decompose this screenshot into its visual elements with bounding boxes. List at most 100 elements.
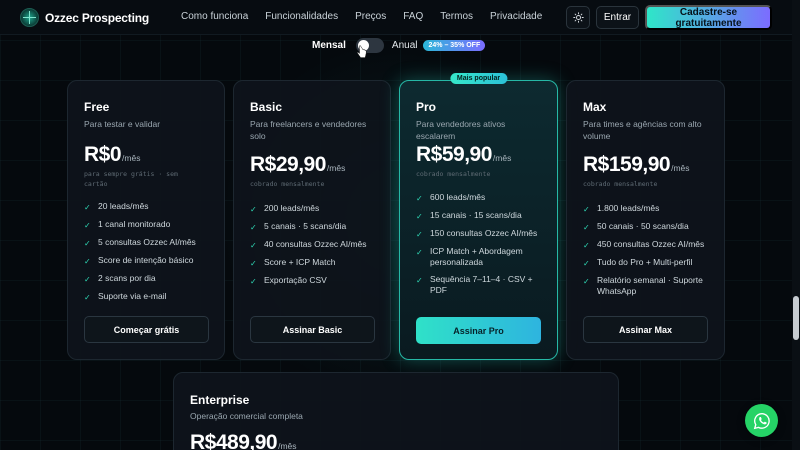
plan-features: ✓ 1.800 leads/mês ✓ 50 canais · 50 scans/d… bbox=[583, 203, 713, 303]
feature-item: ✓ 5 consultas Ozzec AI/mês bbox=[84, 237, 196, 248]
brand[interactable]: Ozzec Prospecting bbox=[20, 8, 149, 27]
check-icon: ✓ bbox=[84, 257, 91, 266]
check-icon: ✓ bbox=[84, 203, 91, 212]
nav-link-privacidade[interactable]: Privacidade bbox=[490, 11, 542, 22]
check-icon: ✓ bbox=[416, 276, 423, 285]
plan-price-row: R$29,90 /mês bbox=[250, 153, 345, 177]
plan-price-note: cobrado mensalmente bbox=[583, 180, 658, 188]
theme-toggle-button[interactable] bbox=[566, 6, 590, 29]
plan-price-row: R$0 /mês bbox=[84, 143, 140, 167]
signup-button[interactable]: Cadastre-se gratuitamente bbox=[645, 5, 772, 30]
billing-annual-label[interactable]: Anual bbox=[392, 40, 418, 51]
plan-price-note: para sempre grátis · sem cartão bbox=[84, 170, 178, 188]
plan-card-basic: Basic Para freelancers e vendedores solo… bbox=[233, 80, 391, 360]
check-icon: ✓ bbox=[250, 259, 257, 268]
check-icon: ✓ bbox=[583, 259, 590, 268]
check-icon: ✓ bbox=[250, 223, 257, 232]
plan-price-row: R$59,90 /mês bbox=[416, 143, 511, 167]
check-icon: ✓ bbox=[583, 241, 590, 250]
nav-link-funcionalidades[interactable]: Funcionalidades bbox=[265, 11, 338, 22]
plan-card-pro: Mais popular Pro Para vendedores ativos … bbox=[399, 73, 558, 360]
subscribe-max-button[interactable]: Assinar Max bbox=[583, 316, 708, 343]
feature-item: ✓ Sequência 7–11–4 · CSV + PDF bbox=[416, 274, 533, 295]
plan-price-note: cobrado mensalmente bbox=[416, 170, 491, 178]
check-icon: ✓ bbox=[416, 212, 423, 221]
nav-link-precos[interactable]: Preços bbox=[355, 11, 386, 22]
mouse-pointer-icon bbox=[357, 45, 367, 58]
ozzec-logo-icon bbox=[20, 8, 39, 27]
check-icon: ✓ bbox=[250, 277, 257, 286]
discount-badge: 24% – 35% OFF bbox=[423, 39, 486, 51]
plan-description: Para freelancers e vendedores solo bbox=[250, 119, 367, 141]
check-icon: ✓ bbox=[583, 277, 590, 286]
check-icon: ✓ bbox=[84, 275, 91, 284]
check-icon: ✓ bbox=[416, 248, 423, 257]
check-icon: ✓ bbox=[250, 241, 257, 250]
plan-period: /mês bbox=[122, 153, 141, 163]
nav-link-termos[interactable]: Termos bbox=[440, 11, 473, 22]
billing-period-toggle: Mensal Anual 24% – 35% OFF bbox=[312, 37, 486, 53]
feature-item: ✓ Score de intenção básico bbox=[84, 255, 194, 266]
plan-card-enterprise: Enterprise Operação comercial completa R… bbox=[173, 372, 619, 450]
feature-item: ✓ 200 leads/mês bbox=[250, 203, 320, 214]
start-free-button[interactable]: Começar grátis bbox=[84, 316, 209, 343]
check-icon: ✓ bbox=[416, 230, 423, 239]
nav-link-como-funciona[interactable]: Como funciona bbox=[181, 11, 248, 22]
check-icon: ✓ bbox=[250, 205, 257, 214]
check-icon: ✓ bbox=[84, 239, 91, 248]
brand-name: Ozzec Prospecting bbox=[45, 10, 149, 25]
check-icon: ✓ bbox=[583, 223, 590, 232]
nav-links: Como funciona Funcionalidades Preços FAQ… bbox=[181, 11, 559, 22]
feature-item: ✓ 50 canais · 50 scans/dia bbox=[583, 221, 689, 232]
check-icon: ✓ bbox=[583, 205, 590, 214]
sun-icon bbox=[572, 12, 584, 23]
subscribe-pro-button[interactable]: Assinar Pro bbox=[416, 317, 541, 344]
plan-name: Free bbox=[84, 100, 110, 114]
feature-item: ✓ 450 consultas Ozzec AI/mês bbox=[583, 239, 705, 250]
plan-period: /mês bbox=[671, 163, 690, 173]
plan-features: ✓ 600 leads/mês ✓ 15 canais · 15 scans/dia… bbox=[416, 192, 546, 302]
feature-item: ✓ 5 canais · 5 scans/dia bbox=[250, 221, 347, 232]
plan-description: Para times e agências com alto volume bbox=[583, 119, 702, 141]
plan-card-max: Max Para times e agências com alto volum… bbox=[566, 80, 725, 360]
scrollbar-thumb[interactable] bbox=[793, 296, 799, 340]
plan-price-row: R$489,90 /mês bbox=[190, 431, 297, 450]
top-navbar: Ozzec Prospecting Como funciona Funciona… bbox=[0, 0, 800, 35]
plan-name: Max bbox=[583, 100, 607, 114]
feature-item: ✓ 1 canal monitorado bbox=[84, 219, 171, 230]
feature-item: ✓ 20 leads/mês bbox=[84, 201, 149, 212]
feature-item: ✓ ICP Match + Abordagem personalizada bbox=[416, 246, 523, 267]
feature-item: ✓ 40 consultas Ozzec AI/mês bbox=[250, 239, 367, 250]
plan-period: /mês bbox=[326, 163, 346, 173]
plan-name: Enterprise bbox=[190, 393, 250, 407]
subscribe-basic-button[interactable]: Assinar Basic bbox=[250, 316, 375, 343]
plan-name: Basic bbox=[250, 100, 283, 114]
plan-name: Pro bbox=[416, 100, 437, 114]
feature-item: ✓ 2 scans por dia bbox=[84, 273, 156, 284]
feature-item: ✓ 150 consultas Ozzec AI/mês bbox=[416, 228, 538, 239]
whatsapp-button[interactable] bbox=[745, 404, 778, 437]
login-button[interactable]: Entrar bbox=[596, 6, 639, 29]
feature-item: ✓ 1.800 leads/mês bbox=[583, 203, 660, 214]
billing-monthly-label[interactable]: Mensal bbox=[312, 40, 346, 51]
page-scrollbar[interactable] bbox=[792, 0, 800, 450]
plan-price: R$0 bbox=[84, 143, 122, 166]
plan-description: Operação comercial completa bbox=[190, 411, 303, 421]
plan-price-note: cobrado mensalmente bbox=[250, 180, 325, 188]
feature-item: ✓ Relatório semanal · Suporte WhatsApp bbox=[583, 275, 703, 296]
plan-price: R$29,90 bbox=[250, 153, 326, 176]
whatsapp-icon bbox=[753, 412, 770, 429]
plan-period: /mês bbox=[492, 153, 512, 163]
plan-description: Para testar e validar bbox=[84, 119, 161, 129]
nav-link-faq[interactable]: FAQ bbox=[403, 11, 423, 22]
plan-features: ✓ 20 leads/mês ✓ 1 canal monitorado ✓ 5 con… bbox=[84, 201, 214, 309]
check-icon: ✓ bbox=[84, 293, 91, 302]
most-popular-badge: Mais popular bbox=[449, 73, 508, 84]
check-icon: ✓ bbox=[84, 221, 91, 230]
plan-price: R$159,90 bbox=[583, 153, 671, 176]
plan-period: /mês bbox=[278, 441, 297, 450]
plan-price: R$59,90 bbox=[416, 143, 492, 166]
plan-price-row: R$159,90 /mês bbox=[583, 153, 690, 177]
feature-item: ✓ Exportação CSV bbox=[250, 275, 327, 286]
feature-item: ✓ Score + ICP Match bbox=[250, 257, 336, 268]
